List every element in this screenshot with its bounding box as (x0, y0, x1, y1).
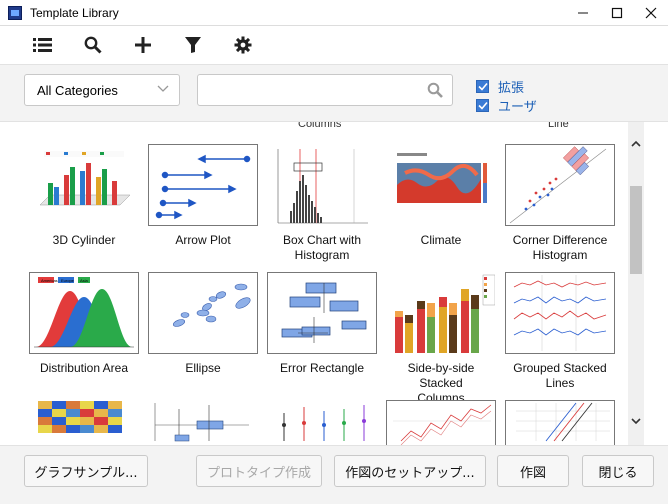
template-tile-dot-errorbars[interactable] (266, 400, 378, 445)
add-icon[interactable] (132, 34, 154, 56)
window-controls (566, 0, 668, 26)
toolbar (0, 26, 668, 64)
category-value: All Categories (37, 82, 118, 98)
search-icon[interactable] (427, 82, 443, 98)
thumbnail-ellipse (148, 272, 258, 354)
thumbnail-heatmap (29, 400, 139, 445)
legend-label: Asia (80, 278, 89, 283)
template-gallery: Columns Line 3D Cylinder Arrow Plot Box … (0, 122, 628, 445)
close-button[interactable]: 閉じる (582, 455, 654, 487)
graph-sample-button[interactable]: グラフサンプル... (24, 455, 148, 487)
thumbnail-corner-difference-histogram (505, 144, 615, 226)
template-tile-grouped-stacked-lines[interactable]: Grouped Stacked Lines (504, 272, 616, 391)
tile-label: Arrow Plot (175, 233, 231, 247)
tile-label: Distribution Area (39, 361, 129, 375)
thumbnail-box-chart-histogram (267, 144, 377, 226)
footer-bar: グラフサンプル... プロトタイプ作成 作図のセットアップ... 作図 閉じる (0, 445, 668, 504)
list-view-icon[interactable] (32, 34, 54, 56)
maximize-icon[interactable] (600, 0, 634, 26)
scrollbar-thumb[interactable] (630, 186, 642, 274)
search-icon[interactable] (82, 34, 104, 56)
legend-label: Americas (41, 278, 58, 283)
template-tile-box-chart-histogram[interactable]: Box Chart with Histogram (266, 144, 378, 263)
search-input[interactable] (206, 75, 426, 103)
extension-checkbox-label: 拡張 (498, 80, 525, 95)
thumbnail-climate (386, 144, 496, 226)
template-tile-climate[interactable]: Climate (385, 144, 497, 248)
thumbnail-arrow-plot (148, 144, 258, 226)
thumbnail-line-series (386, 400, 496, 445)
tile-label: Box Chart with Histogram (282, 233, 362, 262)
user-checkbox[interactable]: ユーザ (476, 96, 537, 115)
minimize-icon[interactable] (566, 0, 600, 26)
gear-icon[interactable] (232, 34, 254, 56)
filter-icon[interactable] (182, 34, 204, 56)
template-tile-log-scale-lines[interactable] (504, 400, 616, 445)
tile-label: Climate (420, 233, 462, 247)
template-tile-ellipse[interactable]: Ellipse (147, 272, 259, 376)
chevron-down-icon (157, 85, 169, 92)
category-dropdown[interactable]: All Categories (24, 74, 180, 106)
thumbnail-distribution-area: Americas Europe Asia (29, 272, 139, 354)
tile-label: Corner Difference Histogram (512, 233, 608, 262)
template-tile-arrow-plot[interactable]: Arrow Plot (147, 144, 259, 248)
thumbnail-3d-cylinder (29, 144, 139, 226)
thumbnail-box-plot (148, 400, 258, 445)
thumbnail-side-by-side-stacked-columns (386, 272, 496, 354)
checkbox-checked-icon (476, 80, 489, 93)
plot-button[interactable]: 作図 (497, 455, 569, 487)
search-box[interactable] (197, 74, 453, 106)
template-tile-side-by-side-stacked-columns[interactable]: Side-by-side Stacked Columns (385, 272, 497, 406)
tile-label: 3D Cylinder (52, 233, 116, 247)
window-title: Template Library (30, 5, 119, 20)
gallery-scrollbar[interactable] (628, 122, 644, 445)
partial-tile-label: Line (548, 122, 569, 130)
filter-bar: All Categories 拡張 ユーザ (0, 64, 668, 122)
app-icon (8, 5, 22, 20)
extension-checkbox[interactable]: 拡張 (476, 77, 524, 96)
close-icon[interactable] (634, 0, 668, 26)
tile-label: Grouped Stacked Lines (513, 361, 607, 390)
title-bar: Template Library (0, 0, 668, 26)
template-tile-distribution-area[interactable]: Americas Europe Asia Distribution Area (28, 272, 140, 376)
prototype-button[interactable]: プロトタイプ作成 (196, 455, 322, 487)
partial-tile-label: Columns (298, 122, 342, 130)
thumbnail-grouped-stacked-lines (505, 272, 615, 354)
template-tile-corner-difference-histogram[interactable]: Corner Difference Histogram (504, 144, 616, 263)
scroll-down-icon[interactable] (630, 414, 642, 428)
template-tile-error-rectangle[interactable]: Error Rectangle (266, 272, 378, 376)
tile-label: Error Rectangle (279, 361, 365, 375)
legend-label: Europe (61, 278, 75, 283)
thumbnail-dot-errorbars (267, 400, 377, 445)
tile-label: Ellipse (185, 361, 221, 375)
setup-button[interactable]: 作図のセットアップ... (334, 455, 486, 487)
template-tile-line-series[interactable] (385, 400, 497, 445)
user-checkbox-label: ユーザ (498, 99, 537, 114)
scroll-up-icon[interactable] (630, 136, 642, 150)
thumbnail-error-rectangle (267, 272, 377, 354)
thumbnail-log-scale-lines (505, 400, 615, 445)
checkbox-checked-icon (476, 99, 489, 112)
template-tile-heatmap[interactable] (28, 400, 140, 445)
template-tile-3d-cylinder[interactable]: 3D Cylinder (28, 144, 140, 248)
template-tile-box-plot[interactable] (147, 400, 259, 445)
